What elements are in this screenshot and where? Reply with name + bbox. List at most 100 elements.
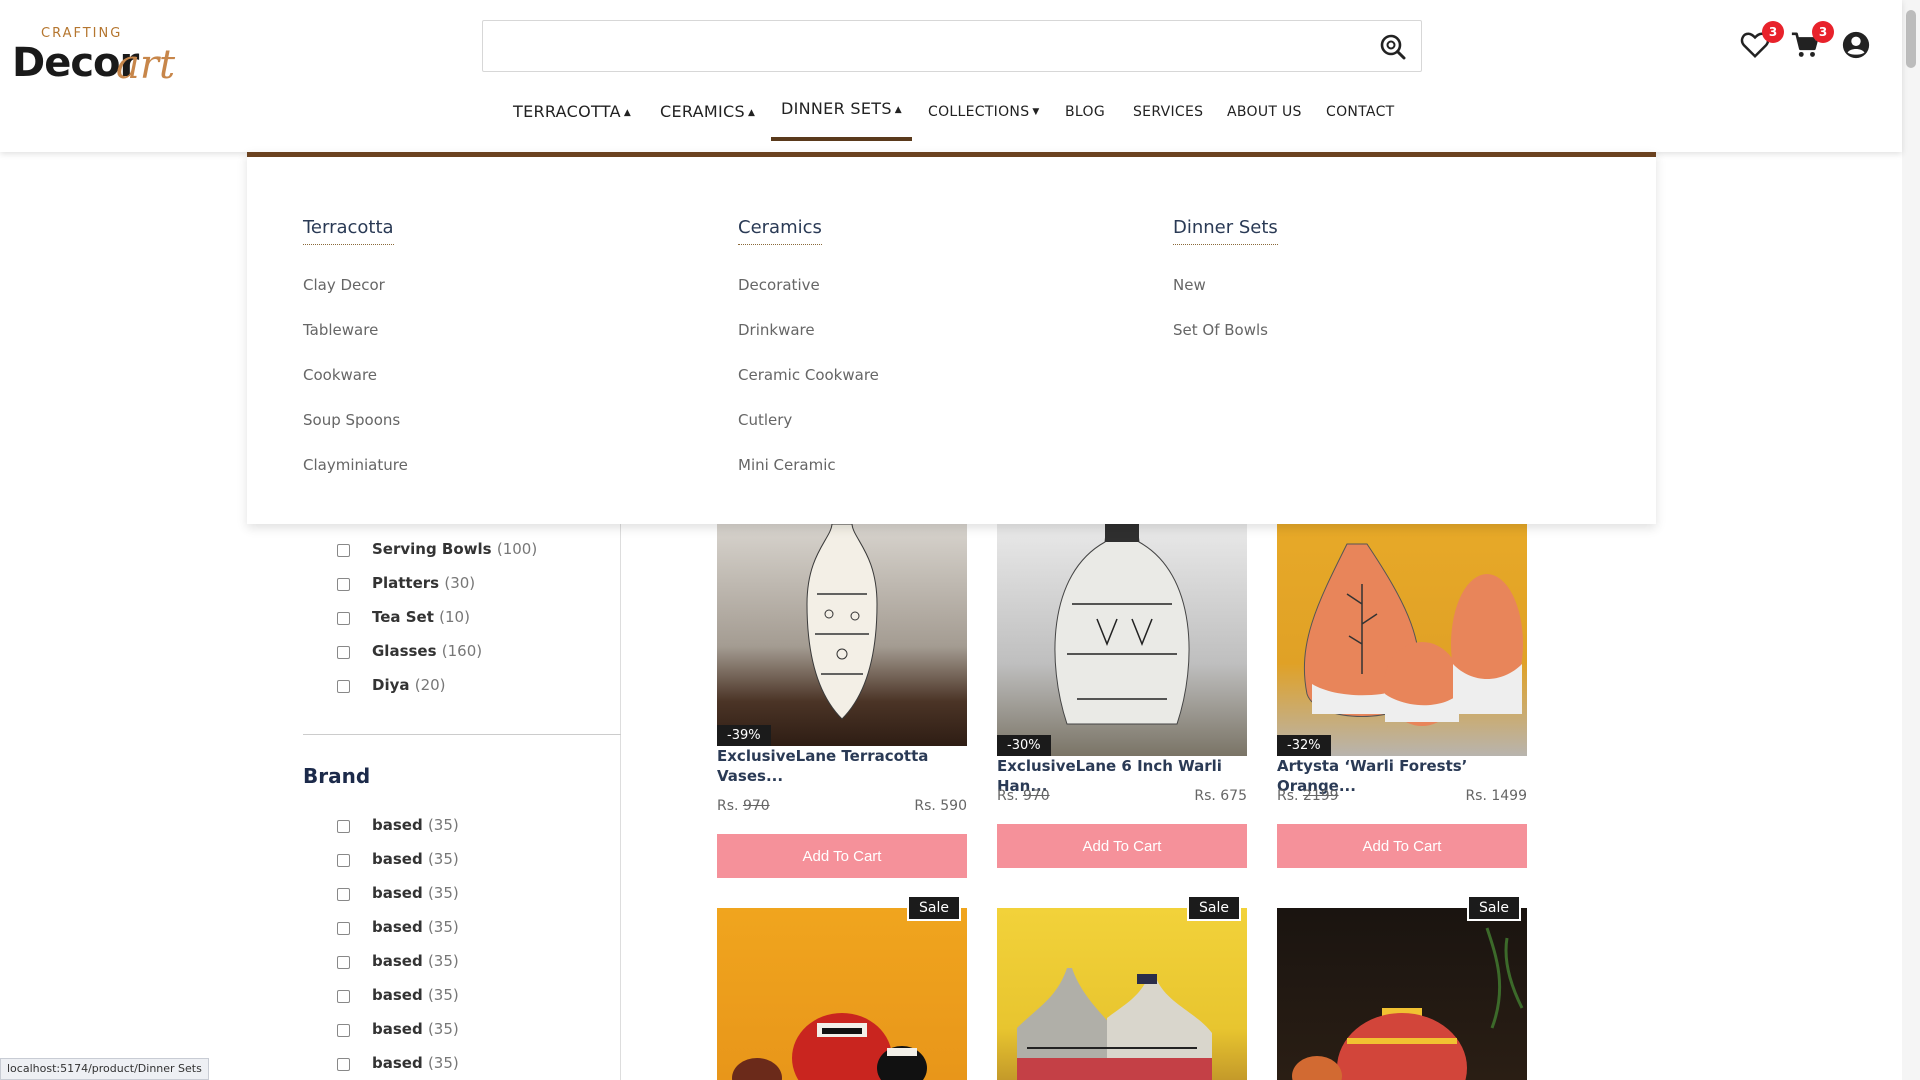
search-icon[interactable] [1379,33,1407,61]
checkbox[interactable] [337,956,350,969]
product-image[interactable] [717,908,967,1080]
brand-name: based [372,918,423,936]
category-name: Diya [372,676,410,694]
mega-link[interactable]: Ceramic Cookware [738,353,879,398]
add-to-cart-button[interactable]: Add To Cart [717,834,967,878]
wishlist-button[interactable]: 3 [1740,21,1784,62]
product-price: Rs. 970 Rs. 590 [717,798,967,814]
wishlist-count-badge: 3 [1762,21,1784,43]
checkbox[interactable] [337,888,350,901]
scrollbar-thumb[interactable] [1906,10,1916,68]
account-button[interactable] [1841,30,1873,62]
mega-link[interactable]: Cookware [303,353,408,398]
sale-price: Rs. 1499 [1465,788,1527,804]
mega-heading[interactable]: Terracotta [303,217,394,245]
category-count: (100) [496,540,538,558]
mega-link[interactable]: Cutlery [738,398,879,443]
checkbox[interactable] [337,544,350,557]
nav-about-us[interactable]: ABOUT US [1227,98,1302,146]
nav-terracotta[interactable]: TERRACOTTA ▲ [513,98,631,146]
checkbox[interactable] [337,820,350,833]
price-prefix: Rs. [997,788,1019,804]
chevron-up-icon: ▲ [747,108,756,118]
vase-image [732,1013,927,1080]
mega-heading[interactable]: Dinner Sets [1173,217,1278,245]
mega-link[interactable]: Clay Decor [303,263,408,308]
old-price: 970 [1022,788,1050,804]
checkbox[interactable] [337,646,350,659]
brand-name: based [372,884,423,902]
sale-price: Rs. 675 [1194,788,1247,804]
logo[interactable]: CRAFTING Decor art [12,26,192,88]
brand-name: based [372,952,423,970]
add-to-cart-button[interactable]: Add To Cart [997,824,1247,868]
nav-about-us-label: ABOUT US [1227,104,1302,120]
old-price: 970 [742,798,770,814]
mega-link[interactable]: Decorative [738,263,879,308]
mega-menu-dropdown: Terracotta Clay Decor Tableware Cookware… [247,152,1656,524]
logo-art: art [116,42,176,88]
category-name: Glasses [372,642,437,660]
search-input[interactable] [495,21,1355,69]
nav-services-label: SERVICES [1133,104,1204,120]
mega-column-dinner-sets: Dinner Sets New Set Of Bowls [1173,217,1278,353]
nav-dinner-sets[interactable]: DINNER SETS ▲ [770,95,913,143]
product-title[interactable]: ExclusiveLane Terracotta Vases... [717,746,967,786]
checkbox[interactable] [337,1058,350,1071]
checkbox[interactable] [337,578,350,591]
brand-count: (35) [427,918,459,936]
product-price: Rs. 2199 Rs. 1499 [1277,788,1527,804]
brand-count: (35) [427,884,459,902]
mega-heading[interactable]: Ceramics [738,217,822,245]
product-image[interactable] [1277,908,1527,1080]
mega-column-ceramics: Ceramics Decorative Drinkware Ceramic Co… [738,217,879,488]
product-card[interactable]: Sale [1277,895,1527,1080]
nav-collections-label: COLLECTIONS [928,104,1030,120]
mega-link[interactable]: Drinkware [738,308,879,353]
checkbox[interactable] [337,922,350,935]
main-nav: TERRACOTTA ▲ CERAMICS ▲ DINNER SETS ▲ COLLE… [0,98,1902,146]
chevron-up-icon: ▲ [894,105,903,115]
checkbox[interactable] [337,1024,350,1037]
filter-sidebar: Serving Bowls (100) Platters (30) Tea Se… [303,524,621,1080]
category-count: (160) [441,642,483,660]
mega-column-terracotta: Terracotta Clay Decor Tableware Cookware… [303,217,408,488]
nav-collections[interactable]: COLLECTIONS ▼ [928,98,1040,146]
mega-link[interactable]: Soup Spoons [303,398,408,443]
nav-contact[interactable]: CONTACT [1326,98,1395,146]
category-name: Tea Set [372,608,434,626]
mega-link[interactable]: Set Of Bowls [1173,308,1278,353]
sale-badge: Sale [1467,895,1521,921]
mega-link[interactable]: Clayminiature [303,443,408,488]
sale-price: Rs. 590 [914,798,967,814]
category-name: Serving Bowls [372,540,492,558]
nav-blog-label: BLOG [1065,104,1105,120]
product-image[interactable]: -39% [717,524,967,746]
vase-image [1292,927,1524,1080]
brand-count: (35) [427,850,459,868]
checkbox[interactable] [337,612,350,625]
page-scrollbar[interactable] [1902,0,1920,1080]
brand-count: (35) [427,1054,459,1072]
checkbox[interactable] [337,854,350,867]
mega-link[interactable]: Mini Ceramic [738,443,879,488]
cart-button[interactable]: 3 [1790,21,1834,62]
mega-link[interactable]: New [1173,263,1278,308]
checkbox[interactable] [337,680,350,693]
vase-image [1303,543,1523,726]
product-image[interactable]: -30% [997,524,1247,756]
old-price: 2199 [1302,788,1339,804]
product-image[interactable] [997,908,1247,1080]
product-image[interactable]: -32% [1277,524,1527,756]
add-to-cart-button[interactable]: Add To Cart [1277,824,1527,868]
checkbox[interactable] [337,990,350,1003]
nav-services[interactable]: SERVICES [1133,98,1203,146]
product-card[interactable]: Sale [997,895,1247,1080]
nav-blog[interactable]: BLOG [1065,98,1105,146]
nav-ceramics[interactable]: CERAMICS ▲ [660,98,755,146]
mega-link[interactable]: Tableware [303,308,408,353]
chevron-up-icon: ▲ [623,108,632,118]
sale-badge: Sale [1187,895,1241,921]
category-count: (10) [439,608,470,626]
product-card[interactable]: Sale [717,895,967,1080]
